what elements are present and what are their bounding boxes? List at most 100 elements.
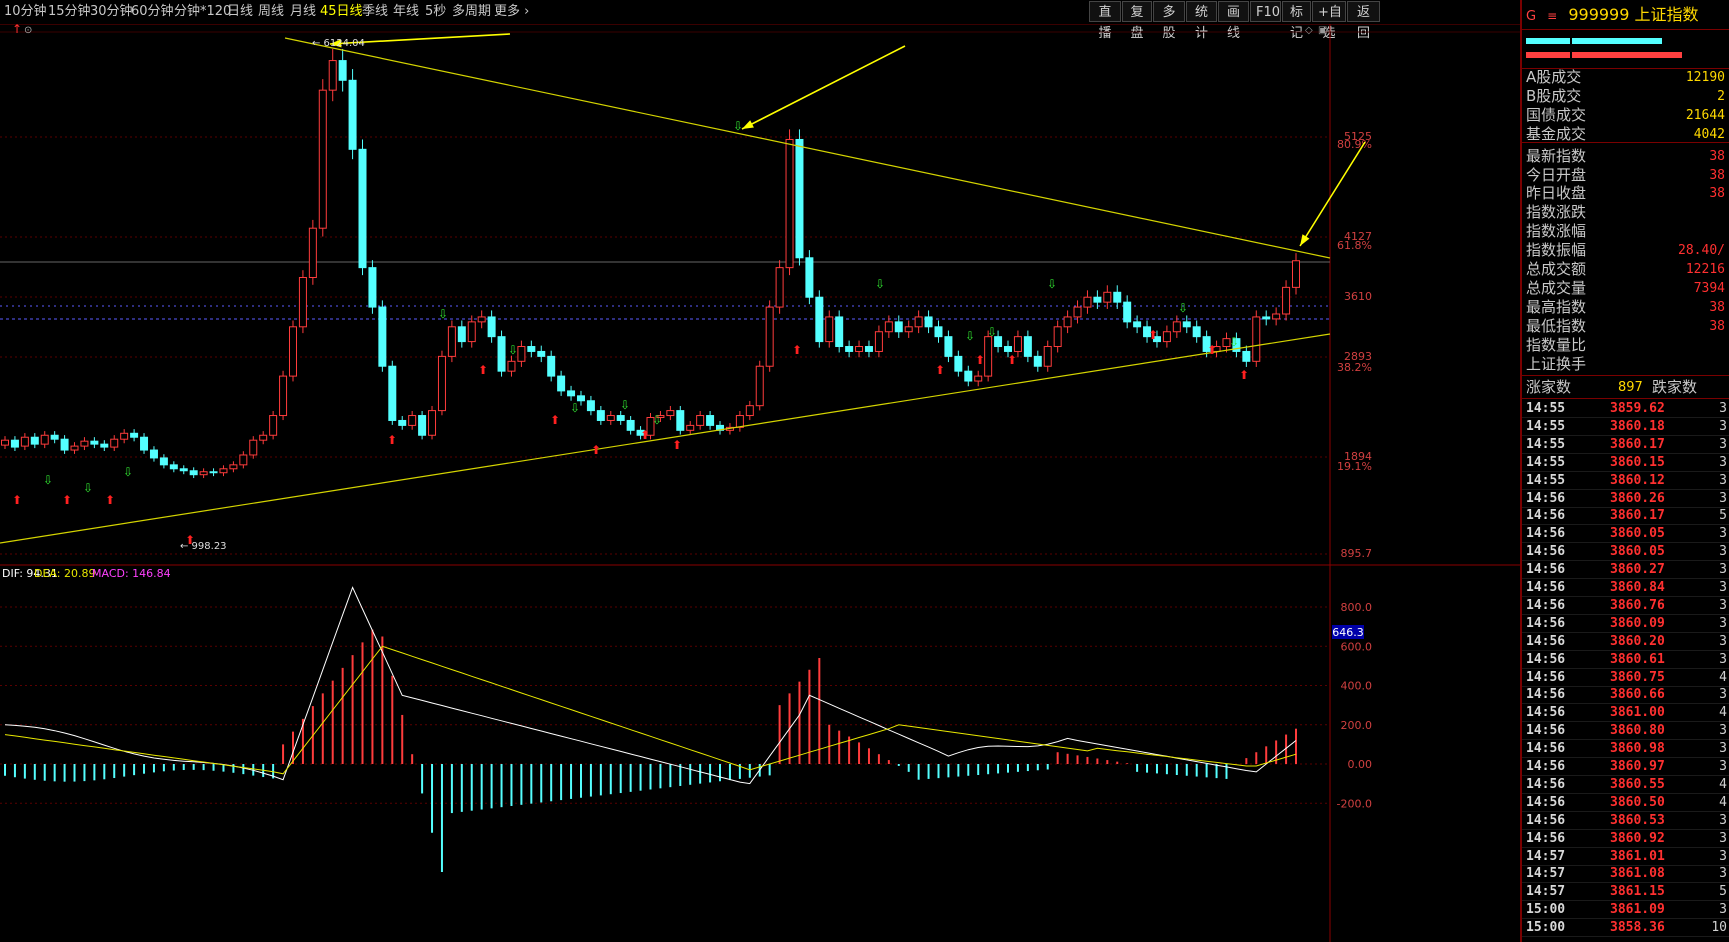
candle-up: [408, 415, 417, 426]
tick-volume: 4: [1719, 705, 1727, 721]
tick-volume: 3: [1719, 490, 1727, 506]
tick-price: 3860.20: [1610, 633, 1665, 649]
tick-row: 14:56 3860.80 3: [1522, 722, 1729, 741]
toolbar-button-8[interactable]: 返回: [1347, 1, 1380, 41]
tick-volume: 3: [1719, 580, 1727, 595]
tick-price: 3861.08: [1610, 866, 1665, 882]
candle-down: [596, 410, 605, 421]
tick-price: 3860.97: [1610, 759, 1665, 774]
candle-down: [149, 449, 158, 459]
stat-value: 38: [1709, 186, 1725, 202]
tick-row: 14:56 3860.98 3: [1522, 740, 1729, 759]
candle-up: [199, 471, 208, 476]
period-tab-0[interactable]: 10分钟: [4, 2, 47, 22]
candle-down: [835, 316, 844, 348]
tick-volume: 3: [1719, 615, 1727, 631]
stat-value: 12216: [1685, 262, 1725, 277]
buy-signal-icon: ⬆: [1148, 328, 1158, 342]
period-tab-13[interactable]: 更多 ›: [494, 2, 529, 22]
candle-down: [527, 346, 536, 352]
menu-icon[interactable]: ≡: [1547, 9, 1557, 23]
tick-row: 14:57 3861.08 3: [1522, 865, 1729, 884]
stat-value: 21644: [1685, 107, 1725, 123]
stat-value: 38: [1709, 167, 1725, 183]
candle-up: [279, 375, 288, 417]
candle-up: [110, 438, 119, 448]
stat-value: 28.40/: [1678, 243, 1725, 259]
tick-row: 14:55 3859.62 3: [1522, 400, 1729, 418]
candle-up: [249, 439, 258, 456]
period-tab-4[interactable]: 分钟*120: [174, 2, 231, 22]
candle-down: [1133, 321, 1142, 328]
down-count-label: 跌家数: [1652, 378, 1698, 396]
period-tab-3[interactable]: 60分钟: [131, 2, 174, 22]
toolbar-button-5[interactable]: F10: [1250, 1, 1281, 22]
tick-volume: 4: [1719, 794, 1727, 810]
toolbar-button-6[interactable]: 标记: [1282, 1, 1311, 41]
candle-up: [1252, 316, 1261, 362]
toolbar-button-2[interactable]: 多股: [1153, 1, 1185, 41]
sell-signal-icon: ⇩: [987, 325, 997, 339]
period-tab-11[interactable]: 5秒: [425, 2, 446, 22]
tick-row: 15:00 3858.36 10: [1522, 919, 1729, 938]
candle-down: [576, 395, 585, 402]
candle-up: [914, 316, 923, 328]
tick-price: 3860.98: [1610, 741, 1665, 757]
candle-up: [70, 445, 79, 451]
candle-down: [159, 457, 168, 466]
tick-volume: 3: [1719, 687, 1727, 703]
tick-row: 14:56 3860.76 3: [1522, 597, 1729, 615]
tick-price: 3860.15: [1610, 454, 1665, 470]
tick-price: 3860.17: [1610, 508, 1665, 524]
candle-down: [1123, 301, 1132, 323]
macd-current-value: 646.3: [1332, 626, 1364, 639]
period-tab-2[interactable]: 30分钟: [90, 2, 133, 22]
period-tab-9[interactable]: 季线: [362, 2, 388, 22]
candle-up: [775, 267, 784, 308]
candle-up: [666, 410, 675, 417]
tick-price: 3860.09: [1610, 615, 1665, 631]
tick-price: 3860.05: [1610, 526, 1665, 542]
candle-up: [1292, 260, 1300, 288]
period-tab-12[interactable]: 多周期: [452, 2, 491, 22]
period-tab-1[interactable]: 15分钟: [48, 2, 91, 22]
candle-down: [1023, 336, 1032, 357]
index-title[interactable]: G ≡ 999999 上证指数: [1522, 0, 1729, 30]
candle-up: [696, 415, 705, 426]
buy-signal-icon: ⬆: [1239, 368, 1249, 382]
tick-volume: 3: [1719, 759, 1727, 774]
tick-time: 14:56: [1526, 651, 1566, 667]
tick-volume: 3: [1719, 902, 1727, 918]
chart-canvas[interactable]: 51254127361028931894895.780.9%61.8%38.2%…: [0, 24, 1520, 942]
stat-row: A股成交 12190: [1522, 68, 1729, 87]
period-tab-8[interactable]: 45日线: [320, 2, 363, 22]
stat-label: 昨日收盘: [1526, 184, 1587, 203]
period-tab-10[interactable]: 年线: [393, 2, 419, 22]
candle-up: [229, 464, 238, 470]
period-tab-7[interactable]: 月线: [290, 2, 316, 22]
toolbar-button-4[interactable]: 画线: [1218, 1, 1249, 41]
sell-signal-icon: ⇩: [43, 473, 53, 487]
toolbar-button-3[interactable]: 统计: [1186, 1, 1217, 41]
stat-label: 最低指数: [1526, 316, 1587, 335]
candle-up: [80, 440, 89, 447]
candle-up: [517, 346, 526, 362]
candle-up: [40, 434, 49, 445]
sell-signal-icon: ⇩: [652, 413, 662, 427]
toolbar-button-7[interactable]: +自选: [1312, 1, 1346, 41]
index-code: 999999: [1568, 5, 1630, 24]
stat-value: 38: [1709, 299, 1725, 315]
candle-down: [537, 350, 546, 357]
period-tab-5[interactable]: 日线: [227, 2, 253, 22]
toolbar-button-1[interactable]: 复盘: [1122, 1, 1152, 41]
macd-dea-label: DEA: 20.89: [34, 567, 95, 580]
candle-up: [239, 454, 248, 466]
tick-price: 3860.50: [1610, 794, 1665, 810]
period-tab-6[interactable]: 周线: [258, 2, 284, 22]
toolbar-button-0[interactable]: 直播: [1089, 1, 1121, 41]
tick-price: 3860.75: [1610, 669, 1665, 685]
sell-signal-icon: ⇩: [875, 277, 885, 291]
kline-chart[interactable]: 5125 4127 3610 2893 1894 895.7 80.9% 61.8% 38.2%…: [0, 24, 1520, 942]
candle-up: [428, 410, 437, 436]
tick-volume: 3: [1719, 544, 1727, 560]
